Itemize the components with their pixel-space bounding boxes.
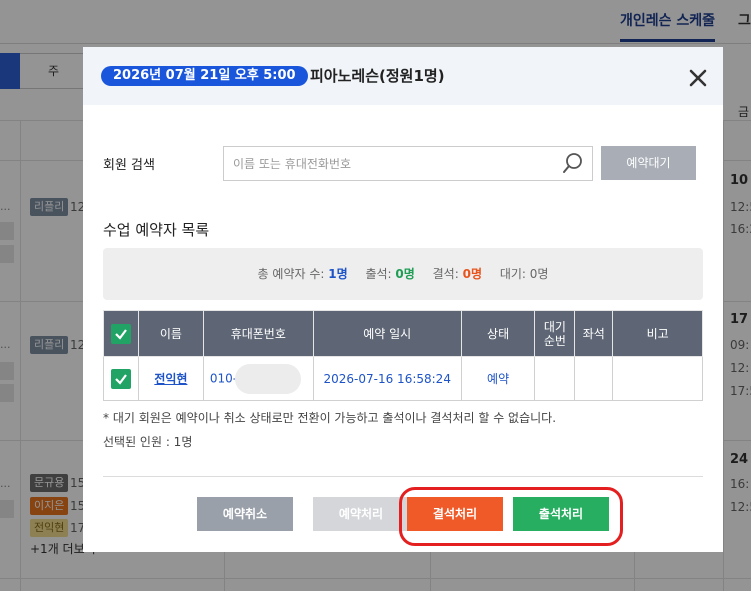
- col-header-seat: 좌석: [574, 310, 614, 357]
- row-select-cell: [103, 356, 139, 401]
- attend-count: 0명: [395, 267, 415, 281]
- reservation-list-title: 수업 예약자 목록: [103, 221, 210, 239]
- process-reservation-button[interactable]: 예약처리: [313, 497, 409, 531]
- total-label: 총 예약자 수:: [257, 267, 325, 281]
- member-search-input[interactable]: [224, 147, 554, 180]
- col-header-wait-no: 대기 순번: [534, 310, 576, 357]
- check-icon: [115, 328, 127, 340]
- reserved-at-cell: 2026-07-16 16:58:24: [312, 356, 462, 401]
- search-icon[interactable]: [562, 152, 584, 174]
- col-header-name: 이름: [137, 310, 204, 357]
- status-cell: 예약: [460, 356, 536, 401]
- wait-label: 대기:: [499, 267, 526, 281]
- close-button[interactable]: [687, 67, 709, 89]
- attend-label: 출석:: [365, 267, 392, 281]
- waitlist-button[interactable]: 예약대기: [601, 146, 696, 180]
- close-icon: [689, 69, 707, 87]
- member-name-link[interactable]: 전익현: [154, 372, 187, 386]
- divider: [103, 476, 703, 477]
- wait-count: 0명: [529, 267, 549, 281]
- col-header-phone: 휴대폰번호: [202, 310, 314, 357]
- member-phone: 010-: [209, 371, 238, 385]
- lesson-datetime-badge: 2026년 07월 21일 오후 5:00: [101, 66, 308, 86]
- selected-count: 선택된 인원 : 1명: [103, 435, 193, 449]
- member-search-label: 회원 검색: [103, 158, 155, 173]
- cancel-reservation-button[interactable]: 예약취소: [197, 497, 293, 531]
- table-header-row: 이름 휴대폰번호 예약 일시 상태 대기 순번 좌석 비고: [103, 310, 703, 357]
- row-checkbox[interactable]: [110, 368, 131, 389]
- check-icon: [115, 373, 127, 385]
- total-count: 1명: [328, 267, 348, 281]
- member-search-box: [223, 146, 593, 181]
- phone-mask: [235, 363, 302, 394]
- reservation-summary: 총 예약자 수: 1명 출석: 0명 결석: 0명 대기: 0명: [103, 248, 703, 300]
- annotation-highlight-ring: [399, 487, 623, 546]
- lesson-title: 피아노레슨(정원1명): [310, 67, 445, 85]
- wait-no-cell: [534, 356, 576, 401]
- note-cell: [612, 356, 703, 401]
- select-all-cell: [103, 310, 139, 357]
- absent-label: 결석:: [432, 267, 459, 281]
- lesson-reservation-modal: 2026년 07월 21일 오후 5:00 피아노레슨(정원1명) 회원 검색 …: [83, 47, 723, 552]
- member-name-cell: 전익현: [137, 356, 204, 401]
- member-phone-cell: 010-: [202, 356, 314, 401]
- col-header-note: 비고: [612, 310, 703, 357]
- col-header-status: 상태: [460, 310, 536, 357]
- reservation-table: 이름 휴대폰번호 예약 일시 상태 대기 순번 좌석 비고 전익현 010- 2…: [103, 310, 703, 401]
- absent-count: 0명: [462, 267, 482, 281]
- waitlist-notice: * 대기 회원은 예약이나 취소 상태로만 전환이 가능하고 출석이나 결석처리…: [103, 411, 557, 425]
- col-header-reserved-at: 예약 일시: [312, 310, 462, 357]
- select-all-checkbox[interactable]: [110, 323, 131, 344]
- table-row: 전익현 010- 2026-07-16 16:58:24 예약: [103, 356, 703, 401]
- seat-cell: [574, 356, 614, 401]
- modal-header: 2026년 07월 21일 오후 5:00 피아노레슨(정원1명): [83, 47, 723, 105]
